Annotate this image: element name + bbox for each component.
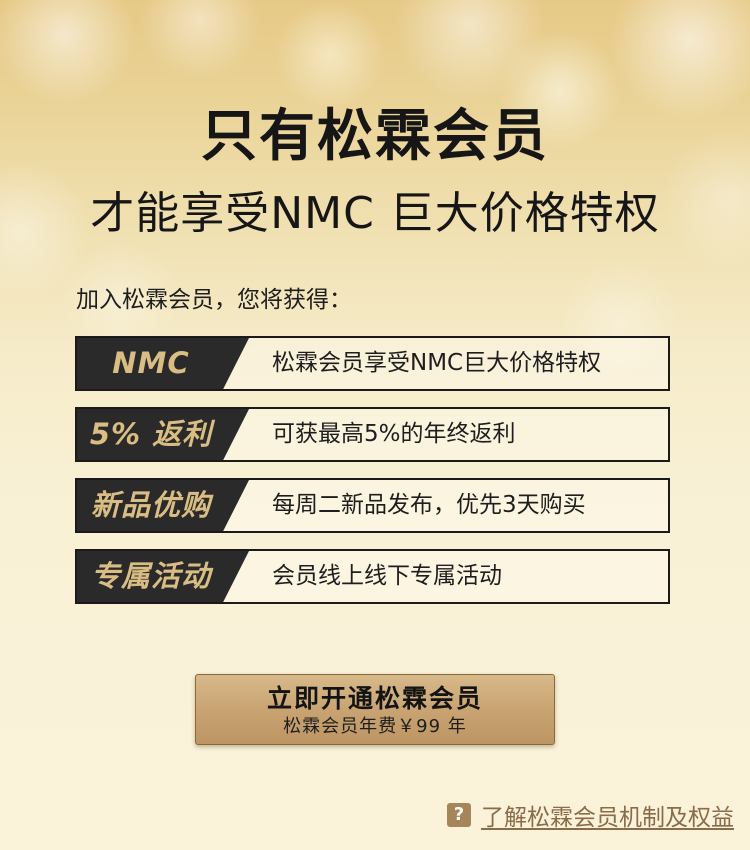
benefit-tag-label: NMC: [112, 346, 190, 380]
membership-info-link-text: 了解松霖会员机制及权益: [481, 805, 734, 831]
benefit-tag-label: 新品优购: [90, 488, 211, 522]
benefit-description: 会员线上线下专属活动: [272, 563, 502, 589]
page-subtitle: 才能享受NMC 巨大价格特权: [90, 188, 660, 239]
benefit-description: 每周二新品发布，优先3天购买: [272, 492, 586, 518]
benefit-description: 松霖会员享受NMC巨大价格特权: [272, 350, 602, 376]
benefit-description: 可获最高5%的年终返利: [272, 421, 516, 447]
benefit-list: NMC 松霖会员享受NMC巨大价格特权 5% 返利 可获最高5%的年终返利 新品…: [75, 336, 670, 620]
benefit-item-nmc: NMC 松霖会员享受NMC巨大价格特权: [75, 336, 670, 391]
join-membership-button-label: 立即开通松霖会员: [266, 684, 483, 713]
join-membership-button[interactable]: 立即开通松霖会员 松霖会员年费￥99 年: [195, 674, 555, 745]
benefit-item-rebate: 5% 返利 可获最高5%的年终返利: [75, 407, 670, 462]
benefits-intro-text: 加入松霖会员，您将获得：: [76, 287, 352, 313]
benefit-item-exclusive-events: 专属活动 会员线上线下专属活动: [75, 549, 670, 604]
benefit-tag-label: 5% 返利: [89, 417, 213, 451]
question-mark-icon: ?: [447, 803, 471, 827]
benefit-item-new-products: 新品优购 每周二新品发布，优先3天购买: [75, 478, 670, 533]
page-title: 只有松霖会员: [201, 104, 549, 169]
membership-fee-text: 松霖会员年费￥99 年: [283, 716, 467, 737]
membership-info-link[interactable]: ? 了解松霖会员机制及权益: [447, 800, 734, 831]
benefit-tag-label: 专属活动: [90, 559, 211, 593]
